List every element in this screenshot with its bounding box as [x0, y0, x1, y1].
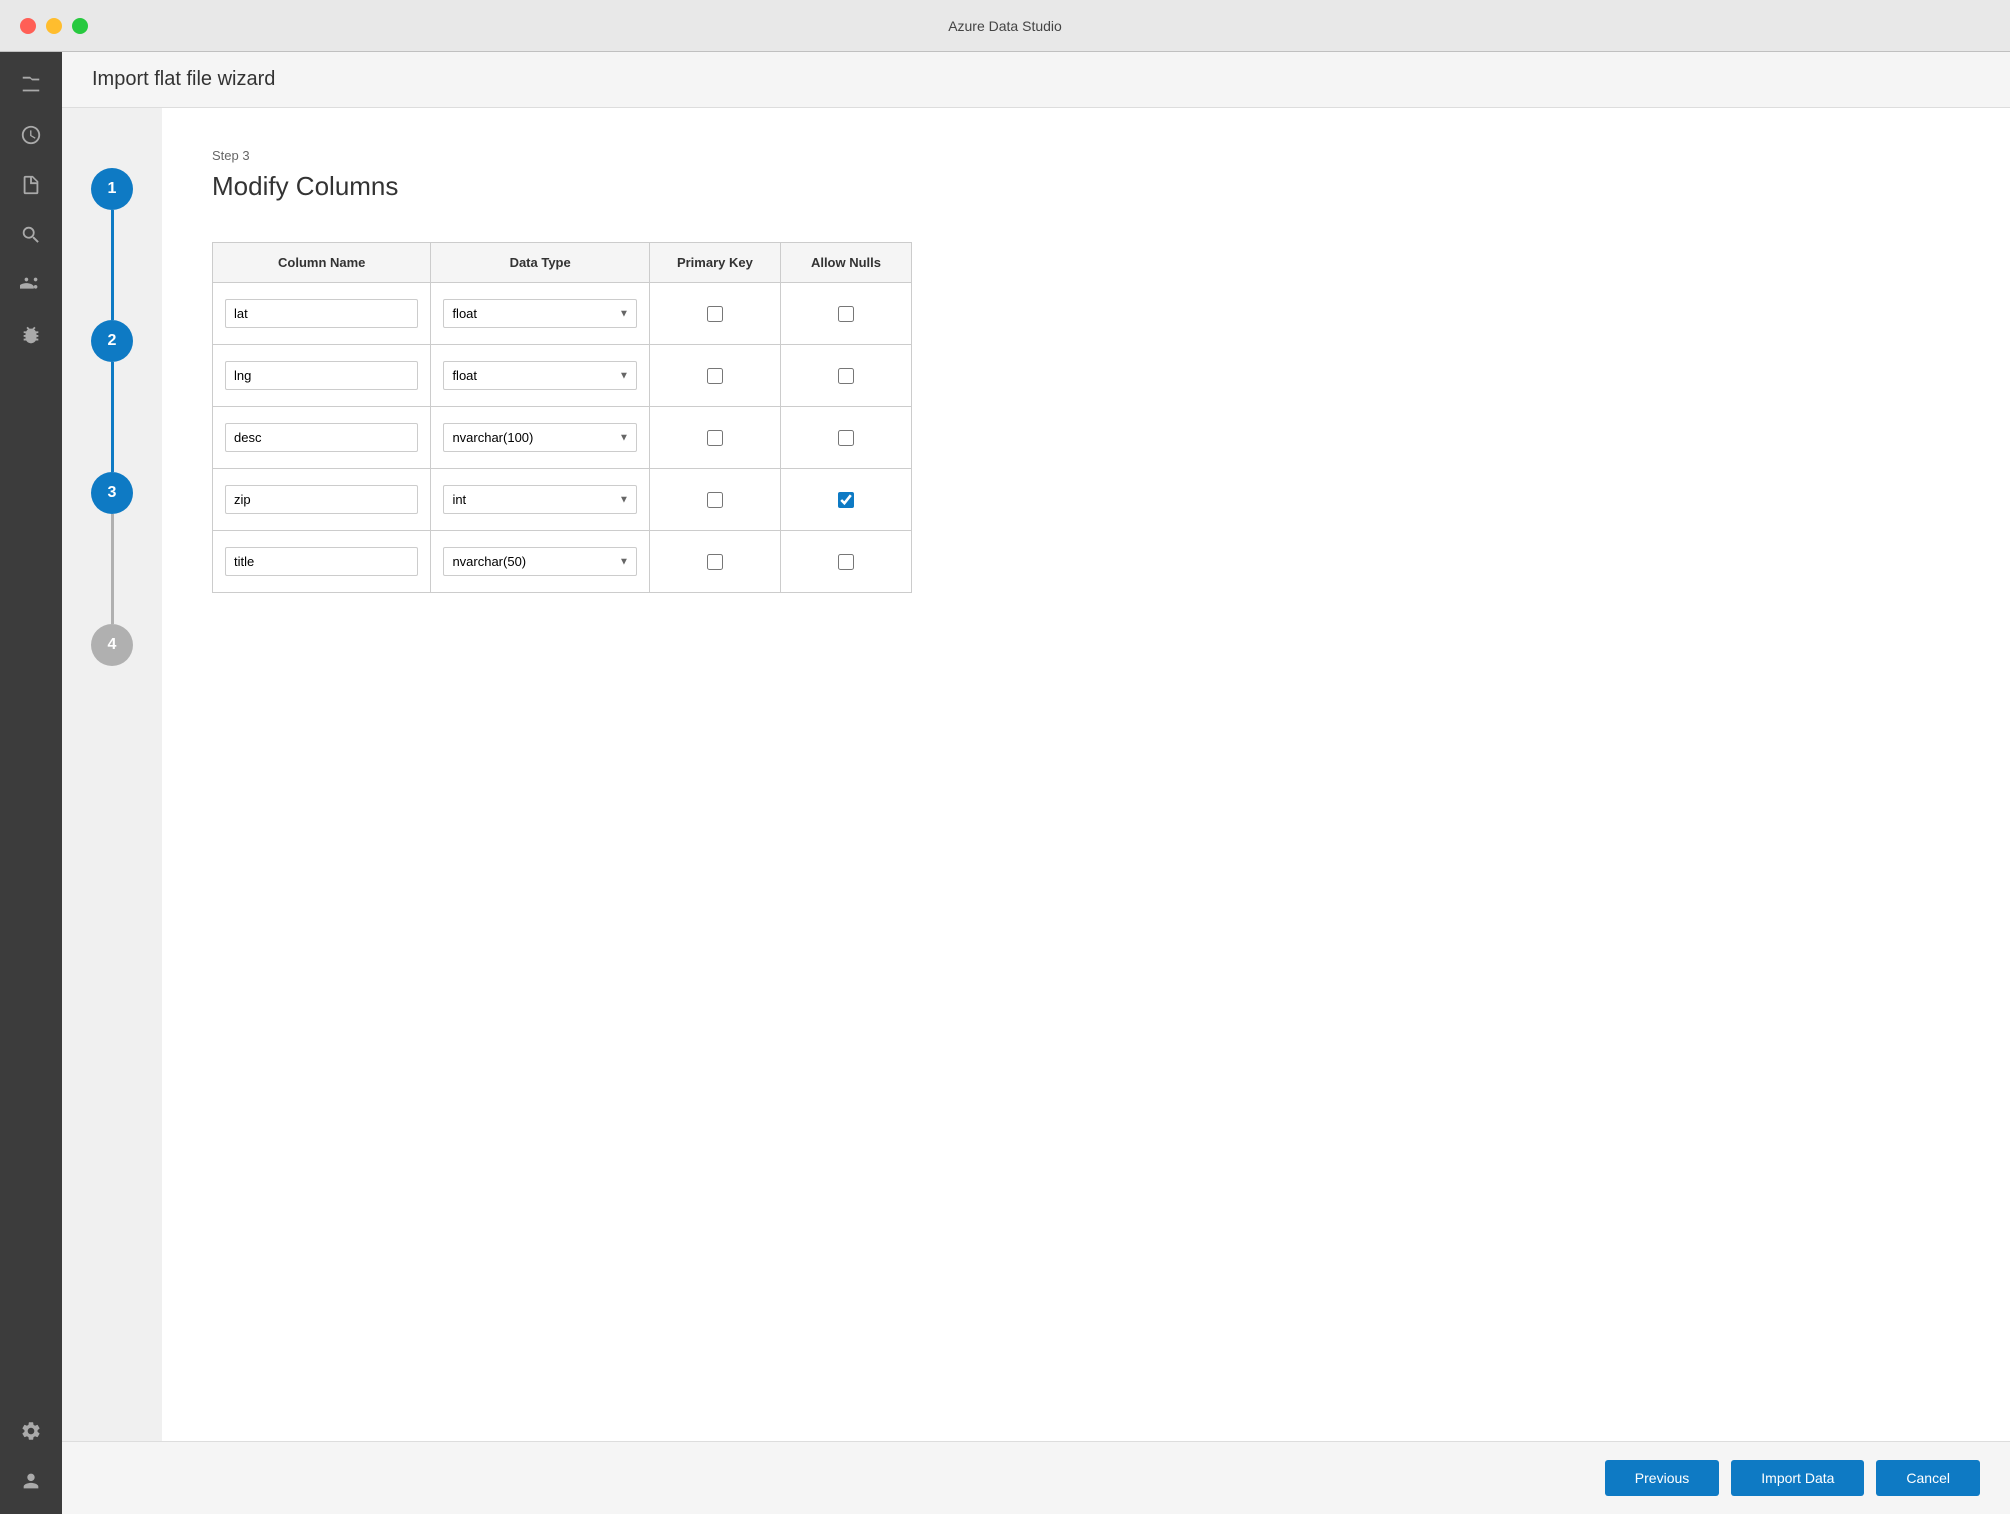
step-label: Step 3	[212, 148, 1960, 163]
cancel-button[interactable]: Cancel	[1876, 1460, 1980, 1496]
column-name-input-5[interactable]	[225, 547, 418, 576]
data-type-select-1[interactable]: floatintnvarchar(50)nvarchar(100)nvarcha…	[443, 299, 636, 328]
sidebar-icon-history[interactable]	[8, 112, 54, 158]
step-2: 2	[91, 320, 133, 472]
wizard-main: Step 3 Modify Columns Column Name Data T…	[162, 108, 2010, 1441]
step-circle-3: 3	[91, 472, 133, 514]
sidebar-icon-files[interactable]	[8, 62, 54, 108]
table-row: floatintnvarchar(50)nvarchar(100)nvarcha…	[213, 407, 912, 469]
sidebar-icon-account[interactable]	[8, 1458, 54, 1504]
import-data-button[interactable]: Import Data	[1731, 1460, 1864, 1496]
table-row: floatintnvarchar(50)nvarchar(100)nvarcha…	[213, 531, 912, 593]
step-circle-1: 1	[91, 168, 133, 210]
columns-table: Column Name Data Type Primary Key Allow …	[212, 242, 912, 593]
wizard-footer: Previous Import Data Cancel	[62, 1441, 2010, 1514]
sidebar-icon-search[interactable]	[8, 212, 54, 258]
primary-key-checkbox-2[interactable]	[707, 368, 723, 384]
step-circle-2: 2	[91, 320, 133, 362]
step-3: 3	[91, 472, 133, 624]
column-name-input-2[interactable]	[225, 361, 418, 390]
primary-key-checkbox-4[interactable]	[707, 492, 723, 508]
allow-nulls-checkbox-2[interactable]	[838, 368, 854, 384]
content-area: Import flat file wizard 1 2 3 4	[62, 52, 2010, 1514]
sidebar-icon-new-file[interactable]	[8, 162, 54, 208]
close-button[interactable]	[20, 18, 36, 34]
step-connector-3	[111, 514, 114, 624]
sidebar-icon-extensions[interactable]	[8, 312, 54, 358]
column-name-input-4[interactable]	[225, 485, 418, 514]
step-circle-4: 4	[91, 624, 133, 666]
column-name-input-1[interactable]	[225, 299, 418, 328]
allow-nulls-checkbox-1[interactable]	[838, 306, 854, 322]
data-type-select-2[interactable]: floatintnvarchar(50)nvarchar(100)nvarcha…	[443, 361, 636, 390]
allow-nulls-checkbox-5[interactable]	[838, 554, 854, 570]
wizard-header: Import flat file wizard	[62, 52, 2010, 108]
step-1: 1	[91, 168, 133, 320]
app-title: Azure Data Studio	[948, 18, 1062, 34]
minimize-button[interactable]	[46, 18, 62, 34]
primary-key-checkbox-3[interactable]	[707, 430, 723, 446]
primary-key-checkbox-1[interactable]	[707, 306, 723, 322]
data-type-select-3[interactable]: floatintnvarchar(50)nvarchar(100)nvarcha…	[443, 423, 636, 452]
maximize-button[interactable]	[72, 18, 88, 34]
data-type-select-4[interactable]: floatintnvarchar(50)nvarchar(100)nvarcha…	[443, 485, 636, 514]
sidebar-icon-source-control[interactable]	[8, 262, 54, 308]
step-heading: Modify Columns	[212, 171, 1960, 202]
app-body: Import flat file wizard 1 2 3 4	[0, 52, 2010, 1514]
table-row: floatintnvarchar(50)nvarchar(100)nvarcha…	[213, 345, 912, 407]
step-4: 4	[91, 624, 133, 666]
table-row: floatintnvarchar(50)nvarchar(100)nvarcha…	[213, 469, 912, 531]
primary-key-checkbox-5[interactable]	[707, 554, 723, 570]
data-type-select-5[interactable]: floatintnvarchar(50)nvarchar(100)nvarcha…	[443, 547, 636, 576]
header-primary-key: Primary Key	[649, 243, 780, 283]
window-controls	[20, 18, 88, 34]
column-name-input-3[interactable]	[225, 423, 418, 452]
title-bar: Azure Data Studio	[0, 0, 2010, 52]
wizard-title: Import flat file wizard	[92, 68, 275, 90]
allow-nulls-checkbox-3[interactable]	[838, 430, 854, 446]
step-connector-1	[111, 210, 114, 320]
wizard-body: 1 2 3 4 Step 3 Modify Columns	[62, 108, 2010, 1441]
allow-nulls-checkbox-4[interactable]	[838, 492, 854, 508]
previous-button[interactable]: Previous	[1605, 1460, 1719, 1496]
header-allow-nulls: Allow Nulls	[780, 243, 911, 283]
header-column-name: Column Name	[213, 243, 431, 283]
header-data-type: Data Type	[431, 243, 649, 283]
step-connector-2	[111, 362, 114, 472]
sidebar-icon-settings[interactable]	[8, 1408, 54, 1454]
steps-sidebar: 1 2 3 4	[62, 108, 162, 1441]
sidebar	[0, 52, 62, 1514]
table-row: floatintnvarchar(50)nvarchar(100)nvarcha…	[213, 283, 912, 345]
